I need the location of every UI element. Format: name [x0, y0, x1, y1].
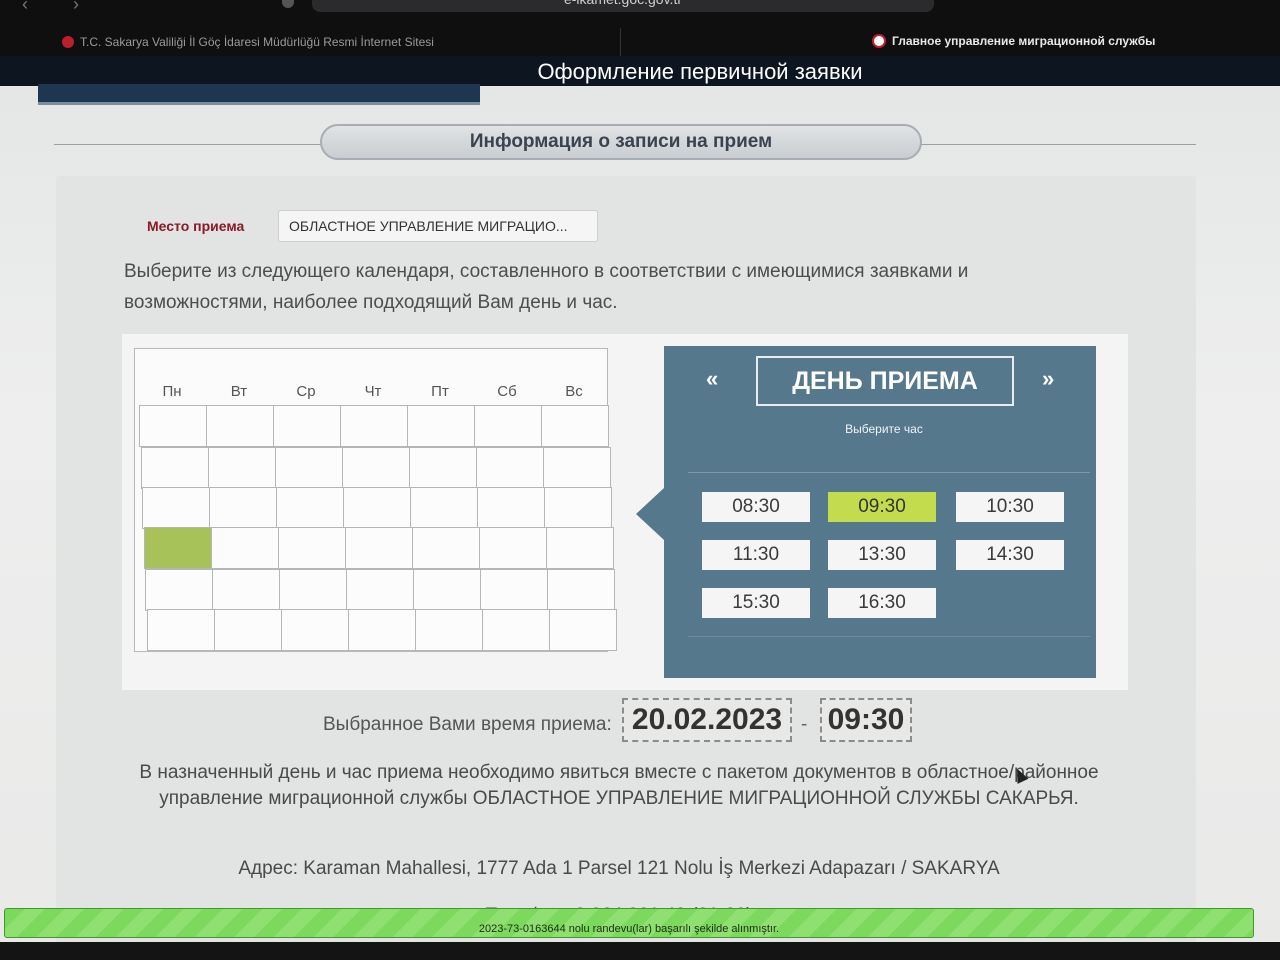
place-select[interactable]: ОБЛАСТНОЕ УПРАВЛЕНИЕ МИГРАЦИО...: [278, 210, 598, 242]
calendar-day-cell[interactable]: [478, 527, 547, 569]
time-slot-button[interactable]: 15:30: [702, 588, 810, 618]
weekday-label: Пт: [431, 383, 449, 400]
calendar-day-cell[interactable]: [348, 609, 416, 651]
calendar-day-cell[interactable]: [279, 569, 348, 611]
calendar-day-cell[interactable]: [410, 487, 479, 529]
tab-label: T.C. Sakarya Valiliği İl Göç İdaresi Müd…: [80, 35, 434, 49]
calendar-day-cell[interactable]: [214, 609, 282, 651]
calendar-day-cell[interactable]: [480, 569, 549, 611]
site-favicon-icon: [62, 36, 74, 48]
calendar-day-cell[interactable]: [281, 609, 349, 651]
calendar-day-cell[interactable]: [547, 569, 616, 611]
success-message: 2023-73-0163644 nolu randevu(lar) başarı…: [478, 923, 780, 935]
calendar-day-cell[interactable]: [145, 569, 214, 611]
calendar-day-cell[interactable]: [344, 527, 413, 569]
address-text: Адрес: Karaman Mahallesi, 1777 Ada 1 Par…: [238, 858, 1000, 879]
calendar-day-cell[interactable]: [544, 487, 613, 529]
calendar-day-cell[interactable]: [545, 527, 614, 569]
panel-divider: [688, 472, 1090, 473]
tab-label: Главное управление миграционной службы: [892, 34, 1156, 48]
instruction-text: Выберите из следующего календаря, состав…: [124, 261, 969, 313]
browser-toolbar: ‹ › e-ikamet.goc.gov.tr T.C. Sakarya Val…: [0, 0, 1280, 56]
time-slot-button[interactable]: 08:30: [702, 492, 810, 522]
weekday-label: Чт: [364, 383, 382, 400]
calendar-day-cell[interactable]: [482, 609, 550, 651]
site-favicon-icon: [872, 34, 886, 48]
calendar-day-cell[interactable]: [408, 447, 477, 489]
prev-day-icon[interactable]: «: [706, 366, 718, 392]
calendar-day-cell[interactable]: [142, 487, 211, 529]
day-title: ДЕНЬ ПРИЕМА: [756, 356, 1014, 406]
selected-time: 09:30: [820, 698, 912, 742]
calendar-day-cell[interactable]: [475, 447, 544, 489]
calendar-day-cell[interactable]: [147, 609, 215, 651]
panel-pointer: [636, 488, 664, 540]
calendar-day-cell[interactable]: [209, 487, 278, 529]
weekday-label: Вт: [230, 383, 248, 400]
choose-hour-label: Выберите час: [845, 422, 923, 436]
weekday-label: Сб: [497, 383, 517, 400]
calendar-day-cell[interactable]: [415, 609, 483, 651]
page-title: Оформление первичной заявки: [537, 59, 863, 84]
calendar-day-cell[interactable]: [411, 527, 480, 569]
time-slot-button[interactable]: 11:30: [702, 540, 810, 570]
section-title: Информация о записи на прием: [320, 124, 922, 160]
time-slot-button[interactable]: 14:30: [956, 540, 1064, 570]
calendar-day-cell[interactable]: [210, 527, 279, 569]
shield-icon[interactable]: [282, 0, 294, 8]
calendar-day-cell[interactable]: [477, 487, 546, 529]
tab-migration-service[interactable]: Главное управление миграционной службы: [860, 28, 1280, 54]
calendar-day-cell[interactable]: [541, 405, 609, 447]
calendar-day-cell[interactable]: [549, 609, 617, 651]
calendar-day-cell[interactable]: [277, 527, 346, 569]
address-bar[interactable]: e-ikamet.goc.gov.tr: [312, 0, 934, 12]
notice-text: В назначенный день и час приема необходи…: [139, 762, 1099, 809]
calendar-day-cell[interactable]: [340, 405, 408, 447]
calendar-day-cell[interactable]: [143, 527, 212, 569]
time-slot-button[interactable]: 09:30: [828, 492, 936, 522]
weekday-label: Вс: [565, 383, 583, 400]
date-time-separator: -: [801, 714, 808, 735]
next-day-icon[interactable]: »: [1042, 366, 1054, 392]
place-label: Место приема: [147, 218, 245, 234]
calendar-day-cell[interactable]: [212, 569, 281, 611]
calendar-day-cell[interactable]: [474, 405, 542, 447]
weekday-label: Ср: [296, 383, 316, 400]
panel-divider: [688, 636, 1090, 637]
success-notification: 2023-73-0163644 nolu randevu(lar) başarı…: [4, 908, 1254, 938]
time-slot-button[interactable]: 10:30: [956, 492, 1064, 522]
calendar-day-cell[interactable]: [407, 405, 475, 447]
calendar-day-cell[interactable]: [139, 405, 207, 447]
header-band: Оформление первичной заявки: [0, 56, 1280, 86]
time-slot-button[interactable]: 16:30: [828, 588, 936, 618]
selected-date: 20.02.2023: [622, 698, 792, 742]
calendar-day-cell[interactable]: [542, 447, 611, 489]
calendar: Пн Вт Ср Чт Пт Сб Вс: [134, 348, 617, 652]
time-slot-button[interactable]: 13:30: [828, 540, 936, 570]
back-forward-icon[interactable]: ‹ ›: [22, 0, 99, 15]
calendar-day-cell[interactable]: [276, 487, 345, 529]
calendar-day-cell[interactable]: [341, 447, 410, 489]
dock: [0, 942, 1280, 960]
tab-sakarya[interactable]: T.C. Sakarya Valiliği İl Göç İdaresi Müd…: [50, 28, 621, 56]
calendar-day-cell[interactable]: [206, 405, 274, 447]
selected-time-label: Выбранное Вами время приема:: [323, 714, 612, 735]
calendar-day-cell[interactable]: [274, 447, 343, 489]
calendar-day-cell[interactable]: [343, 487, 412, 529]
calendar-day-cell[interactable]: [413, 569, 482, 611]
calendar-day-cell[interactable]: [140, 447, 209, 489]
weekday-label: Пн: [162, 383, 182, 400]
calendar-day-cell[interactable]: [207, 447, 276, 489]
calendar-day-cell[interactable]: [346, 569, 415, 611]
header-accent: [38, 84, 480, 105]
calendar-day-cell[interactable]: [273, 405, 341, 447]
